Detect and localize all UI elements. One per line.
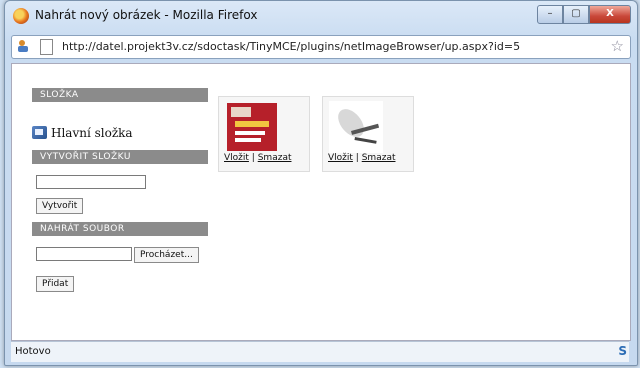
create-folder-header: VYTVOŘIT SLOŽKU bbox=[32, 150, 208, 164]
window-controls: – ▢ X bbox=[537, 5, 631, 24]
addon-s-icon[interactable]: S bbox=[618, 344, 627, 358]
page-icon bbox=[40, 39, 53, 55]
status-bar: Hotovo S bbox=[11, 341, 629, 362]
image-tile: Vložit | Smazat bbox=[322, 96, 414, 172]
file-path-input[interactable] bbox=[36, 247, 132, 261]
insert-link[interactable]: Vložit bbox=[224, 153, 249, 163]
create-folder-button[interactable]: Vytvořit bbox=[36, 198, 84, 214]
minimize-button[interactable]: – bbox=[537, 5, 563, 24]
site-identity-icon[interactable] bbox=[16, 38, 32, 54]
upload-file-header: NAHRÁT SOUBOR bbox=[32, 222, 208, 236]
address-bar[interactable]: http://datel.projekt3v.cz/sdoctask/TinyM… bbox=[11, 35, 631, 59]
window-title: Nahrát nový obrázek - Mozilla Firefox bbox=[35, 8, 258, 22]
delete-link[interactable]: Smazat bbox=[258, 153, 292, 163]
link-separator: | bbox=[355, 153, 359, 163]
insert-link[interactable]: Vložit bbox=[328, 153, 353, 163]
image-actions: Vložit | Smazat bbox=[328, 153, 395, 163]
close-button[interactable]: X bbox=[589, 5, 631, 24]
maximize-button[interactable]: ▢ bbox=[563, 5, 589, 24]
add-button[interactable]: Přidat bbox=[36, 276, 75, 292]
link-separator: | bbox=[251, 153, 255, 163]
browse-button[interactable]: Procházet... bbox=[134, 247, 199, 263]
title-bar: Nahrát nový obrázek - Mozilla Firefox – … bbox=[5, 1, 637, 31]
firefox-icon bbox=[13, 8, 29, 24]
folder-name-input[interactable] bbox=[36, 175, 146, 189]
image-actions: Vložit | Smazat bbox=[224, 153, 291, 163]
folder-icon bbox=[32, 126, 47, 139]
image-tile: Vložit | Smazat bbox=[218, 96, 310, 172]
status-text: Hotovo bbox=[15, 346, 51, 357]
main-folder-label: Hlavní složka bbox=[51, 126, 133, 140]
tools-thumbnail[interactable] bbox=[329, 101, 383, 153]
browser-window: Nahrát nový obrázek - Mozilla Firefox – … bbox=[4, 0, 638, 366]
folder-section-header: SLOŽKA bbox=[32, 88, 208, 102]
main-folder-link[interactable]: Hlavní složka bbox=[32, 126, 133, 140]
bookmark-star-icon[interactable]: ☆ bbox=[611, 37, 624, 55]
book-thumbnail[interactable] bbox=[225, 101, 279, 153]
page-content: SLOŽKA Hlavní složka VYTVOŘIT SLOŽKU Vyt… bbox=[11, 63, 631, 341]
delete-link[interactable]: Smazat bbox=[362, 153, 396, 163]
url-text[interactable]: http://datel.projekt3v.cz/sdoctask/TinyM… bbox=[62, 40, 520, 53]
